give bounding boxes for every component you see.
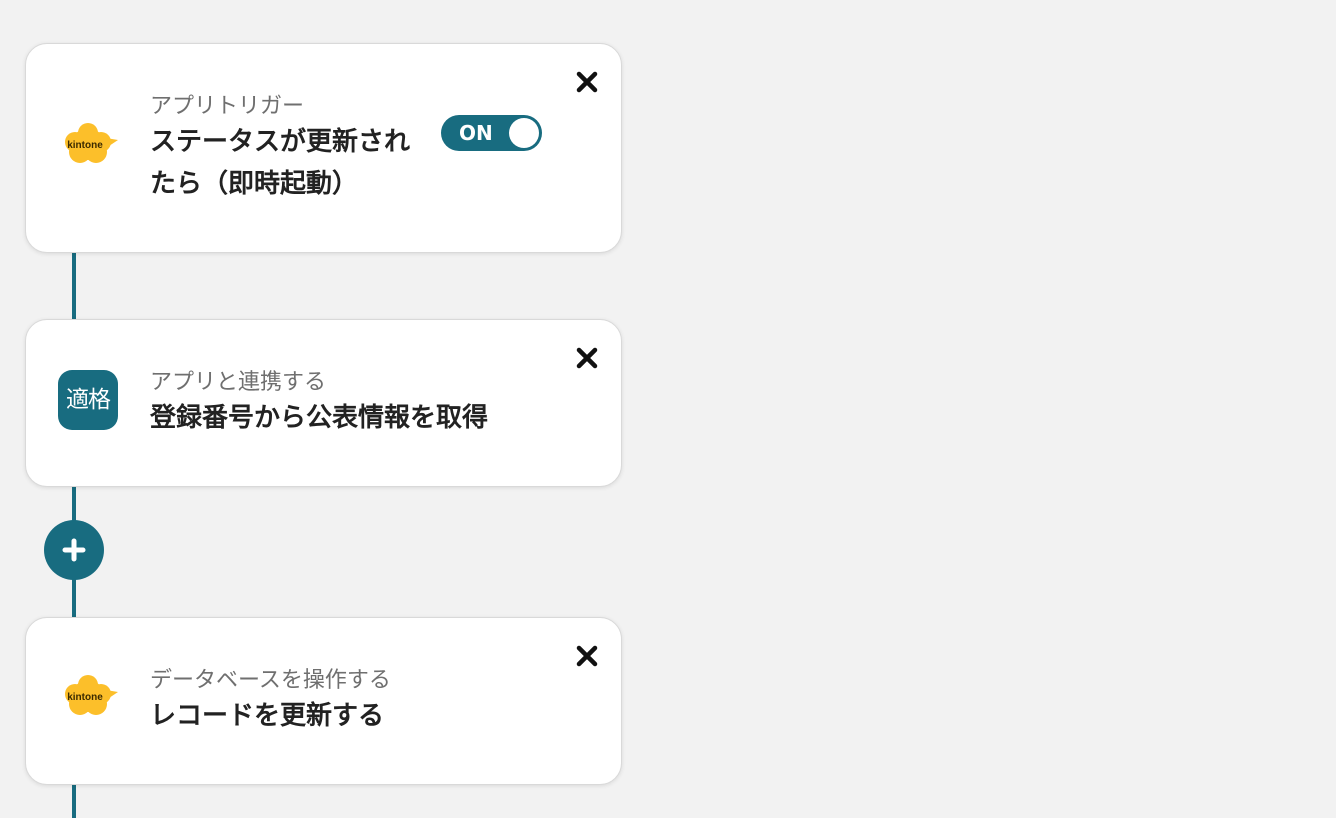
trigger-on-off-toggle[interactable]: ON xyxy=(441,115,542,151)
app-icon-label: 適格 xyxy=(58,370,118,430)
flow-connector-line xyxy=(72,784,76,818)
plus-icon xyxy=(62,538,86,562)
flow-step-card-database[interactable]: kintone データベースを操作する レコードを更新する xyxy=(25,617,622,785)
app-icon: 適格 xyxy=(58,370,118,430)
svg-text:kintone: kintone xyxy=(67,140,103,151)
flow-step-card-trigger[interactable]: kintone アプリトリガー ステータスが更新され たら（即時起動） ON xyxy=(25,43,622,253)
step-title: レコードを更新する xyxy=(150,701,385,731)
flow-step-card-app-action[interactable]: 適格 アプリと連携する 登録番号から公表情報を取得 xyxy=(25,319,622,487)
kintone-logo-icon: kintone xyxy=(58,116,118,176)
svg-text:kintone: kintone xyxy=(67,692,103,703)
step-title: 登録番号から公表情報を取得 xyxy=(150,403,489,433)
add-step-button[interactable] xyxy=(44,520,104,580)
step-title-line: ステータスが更新され xyxy=(150,127,411,157)
step-type-label: データベースを操作する xyxy=(150,668,391,693)
kintone-logo-icon: kintone xyxy=(58,668,118,728)
flow-connector-line xyxy=(72,252,76,320)
step-title-line: たら（即時起動） xyxy=(150,169,359,199)
step-title: ステータスが更新され たら（即時起動） xyxy=(150,121,410,205)
close-icon[interactable] xyxy=(575,644,599,668)
step-type-label: アプリと連携する xyxy=(150,370,327,395)
close-icon[interactable] xyxy=(575,70,599,94)
step-type-label: アプリトリガー xyxy=(150,94,305,119)
toggle-label: ON xyxy=(459,121,493,145)
toggle-knob xyxy=(509,118,539,148)
close-icon[interactable] xyxy=(575,346,599,370)
